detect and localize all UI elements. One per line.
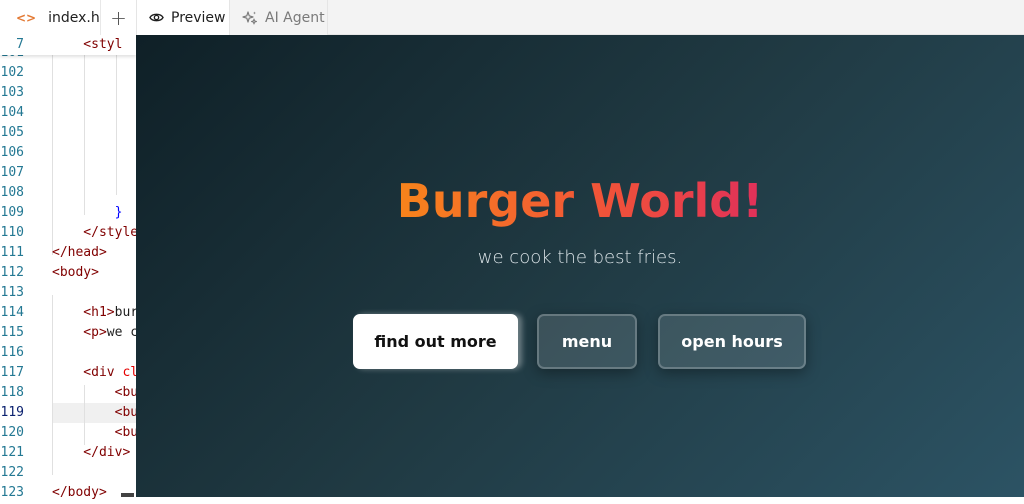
line-number: 108 <box>0 185 24 200</box>
line-number: 103 <box>0 85 24 100</box>
editor-tab-bar: <> index.htm + Preview AI Agent <box>0 0 1024 35</box>
code-line: <bu <box>52 385 136 400</box>
tab-file-label: index.htm <box>48 9 100 26</box>
line-number: 107 <box>0 165 24 180</box>
line-number: 102 <box>0 65 24 80</box>
line-number: 114 <box>0 305 24 320</box>
code-line: <h1>bur <box>52 305 136 320</box>
eye-icon <box>149 10 164 25</box>
code-line: </body> <box>52 485 107 500</box>
new-tab-button[interactable]: + <box>100 0 136 35</box>
page-title: Burger World! <box>396 174 764 228</box>
tab-bar-empty-area <box>328 0 1024 35</box>
find-out-more-button[interactable]: find out more <box>353 314 518 369</box>
tab-ai-agent[interactable]: AI Agent <box>229 0 328 35</box>
line-number: 109 <box>0 205 24 220</box>
code-editor[interactable]: 7 <styl 101102103104105106107108109 }110… <box>0 35 136 504</box>
line-number: 120 <box>0 425 24 440</box>
line-number: 105 <box>0 125 24 140</box>
line-number: 111 <box>0 245 24 260</box>
line-number: 113 <box>0 285 24 300</box>
code-line: <div cl <box>52 365 136 380</box>
line-number: 110 <box>0 225 24 240</box>
plus-icon: + <box>110 5 127 30</box>
line-number: 123 <box>0 485 24 500</box>
line-number: 122 <box>0 465 24 480</box>
line-number: 119 <box>0 405 24 420</box>
page-subtitle: we cook the best fries. <box>477 247 683 268</box>
sticky-scroll-header[interactable]: 7 <styl <box>0 35 136 55</box>
code-line: </div> <box>52 445 131 460</box>
line-number: 116 <box>0 345 24 360</box>
tab-preview-label: Preview <box>171 9 226 26</box>
code-icon: <> <box>16 10 37 25</box>
code-line: <body> <box>52 265 99 280</box>
open-hours-button[interactable]: open hours <box>658 314 806 369</box>
line-number: 121 <box>0 445 24 460</box>
line-number: 106 <box>0 145 24 160</box>
menu-button[interactable]: menu <box>537 314 637 369</box>
tab-preview[interactable]: Preview <box>136 0 229 35</box>
code-line: </style <box>52 225 136 240</box>
line-number: 118 <box>0 385 24 400</box>
line-number: 115 <box>0 325 24 340</box>
sparkle-icon <box>242 10 258 26</box>
indent-guide <box>116 55 117 195</box>
line-number: 104 <box>0 105 24 120</box>
line-number: 7 <box>16 37 24 52</box>
code-line: </head> <box>52 245 107 260</box>
tab-index-html[interactable]: <> index.htm <box>0 0 100 35</box>
code-line: <p>we c <box>52 325 136 340</box>
line-number: 112 <box>0 265 24 280</box>
code-line: } <box>52 205 123 220</box>
code-line: <bu <box>52 405 136 420</box>
code-line: <styl <box>52 37 123 52</box>
horizontal-scrollbar-thumb[interactable] <box>121 493 134 497</box>
preview-pane: Burger World! we cook the best fries. fi… <box>136 35 1024 497</box>
tab-ai-agent-label: AI Agent <box>265 9 325 26</box>
line-number: 117 <box>0 365 24 380</box>
code-line: <bu <box>52 425 136 440</box>
bottom-strip <box>136 497 1024 504</box>
indent-guide <box>84 55 85 215</box>
